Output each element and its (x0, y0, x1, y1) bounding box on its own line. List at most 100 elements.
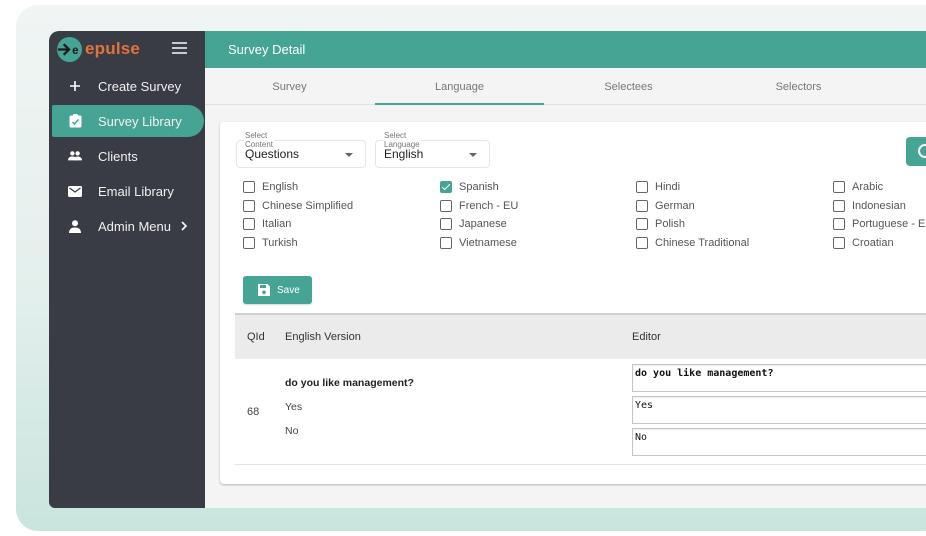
tab-bar: Survey Language Selectees Selectors (205, 68, 926, 105)
save-button-label: Save (277, 284, 300, 296)
caret-down-icon (345, 153, 353, 157)
language-label: Indonesian (852, 199, 906, 212)
table-row: 68 do you like management? Yes No do you… (235, 359, 926, 465)
language-option[interactable]: German (636, 197, 695, 215)
language-label: Chinese Simplified (262, 199, 354, 212)
option-text: No (285, 425, 299, 437)
tab-selectors[interactable]: Selectors (714, 68, 883, 105)
select-language-value: English (384, 147, 424, 161)
language-option[interactable]: Polish (636, 215, 685, 233)
language-label: Japanese (459, 218, 507, 230)
sidebar-item-email-library[interactable]: Email Library (49, 175, 205, 207)
plus-icon (68, 79, 82, 93)
sidebar-item-admin-menu[interactable]: Admin Menu (49, 210, 205, 242)
option-editor-input[interactable]: No (632, 428, 926, 456)
language-label: Turkish (262, 236, 298, 249)
sidebar-item-label: Admin Menu (98, 218, 171, 234)
checkbox[interactable] (833, 218, 845, 230)
sidebar-item-label: Create Survey (98, 78, 182, 94)
chevron-right-icon (181, 221, 188, 231)
language-label: Polish (655, 218, 685, 230)
checkbox[interactable] (243, 199, 255, 212)
option-editor-input[interactable]: Yes (632, 396, 926, 424)
table-header: QId English Version Editor (235, 315, 926, 359)
select-content-label: Select Content (244, 131, 275, 149)
sidebar-item-label: Survey Library (98, 113, 182, 129)
question-id: 68 (247, 406, 260, 418)
language-option[interactable]: Spanish (440, 178, 499, 196)
brand[interactable]: e epulse (56, 35, 140, 63)
sidebar-item-create-survey[interactable]: Create Survey (49, 70, 205, 102)
checkbox[interactable] (243, 218, 255, 230)
hamburger-icon[interactable] (172, 42, 187, 54)
language-label: Vietnamese (459, 236, 517, 249)
page-title: Survey Detail (228, 42, 306, 57)
language-label: English (262, 181, 299, 193)
language-option[interactable]: French - EU (440, 197, 518, 215)
caret-down-icon (469, 153, 477, 157)
language-label: Portuguese - E (852, 218, 926, 230)
column-header-editor: Editor (632, 331, 661, 343)
sidebar: e epulse Create Survey Survey Library Cl… (49, 31, 205, 508)
user-icon (68, 219, 82, 233)
logo-icon: e (56, 36, 83, 62)
language-label: Italian (262, 218, 292, 230)
language-option[interactable]: Turkish (243, 234, 298, 252)
brand-name: epulse (85, 39, 141, 58)
users-icon (68, 149, 82, 163)
checkbox[interactable] (833, 199, 845, 212)
language-option[interactable]: Vietnamese (440, 234, 517, 252)
language-option[interactable]: Chinese Simplified (243, 197, 353, 215)
floppy-disk-icon (258, 284, 270, 296)
checkbox[interactable] (243, 236, 255, 249)
language-option[interactable]: Italian (243, 215, 291, 233)
language-option[interactable]: Chinese Traditional (636, 234, 749, 252)
clipboard-check-icon (68, 114, 82, 128)
select-content-value: Questions (245, 147, 300, 161)
checkbox[interactable] (636, 199, 648, 212)
language-label: Chinese Traditional (655, 236, 750, 249)
language-label: French - EU (459, 199, 519, 212)
checkbox[interactable] (440, 199, 452, 212)
sidebar-item-survey-library[interactable]: Survey Library (52, 105, 204, 137)
language-option[interactable]: English (243, 178, 298, 196)
checkbox[interactable] (636, 218, 648, 230)
language-option[interactable]: Hindi (636, 178, 680, 196)
checkbox[interactable] (636, 181, 648, 193)
questions-table: QId English Version Editor 68 do you lik… (235, 315, 926, 465)
checkbox[interactable] (636, 236, 648, 249)
tab-language[interactable]: Language (375, 68, 544, 105)
language-option[interactable]: Croatian (833, 234, 894, 252)
column-header-qid: QId (247, 331, 265, 343)
language-option[interactable]: Portuguese - E (833, 215, 925, 233)
checkbox[interactable] (440, 236, 452, 249)
language-label: Croatian (852, 236, 894, 249)
checkbox[interactable] (243, 181, 255, 193)
tab-survey[interactable]: Survey (205, 68, 374, 105)
language-option[interactable]: Arabic (833, 178, 883, 196)
language-card: Questions Select Content English Select … (220, 122, 926, 484)
checkbox[interactable] (833, 181, 845, 193)
language-label: Hindi (655, 181, 681, 193)
checkbox[interactable] (833, 236, 845, 249)
language-label: Arabic (852, 181, 884, 193)
save-button[interactable]: Save (243, 276, 312, 304)
svg-text:e: e (72, 44, 79, 56)
language-option[interactable]: Japanese (440, 215, 507, 233)
sidebar-item-clients[interactable]: Clients (49, 140, 205, 172)
checkbox-checked[interactable] (440, 181, 452, 193)
sidebar-item-label: Email Library (98, 183, 174, 199)
sidebar-item-label: Clients (98, 148, 138, 164)
page-header: Survey Detail (205, 31, 926, 68)
envelope-icon (68, 184, 82, 198)
app-window: e epulse Create Survey Survey Library Cl… (49, 31, 926, 508)
question-editor-input[interactable]: do you like management? (632, 364, 926, 392)
option-text: Yes (285, 401, 303, 413)
sidebar-nav: Create Survey Survey Library Clients Ema… (49, 70, 205, 245)
add-button[interactable] (906, 137, 926, 166)
column-header-english-version: English Version (285, 331, 361, 343)
tab-selectees[interactable]: Selectees (544, 68, 713, 105)
language-option[interactable]: Indonesian (833, 197, 906, 215)
select-language-label: Select Language (383, 131, 421, 149)
checkbox[interactable] (440, 218, 452, 230)
